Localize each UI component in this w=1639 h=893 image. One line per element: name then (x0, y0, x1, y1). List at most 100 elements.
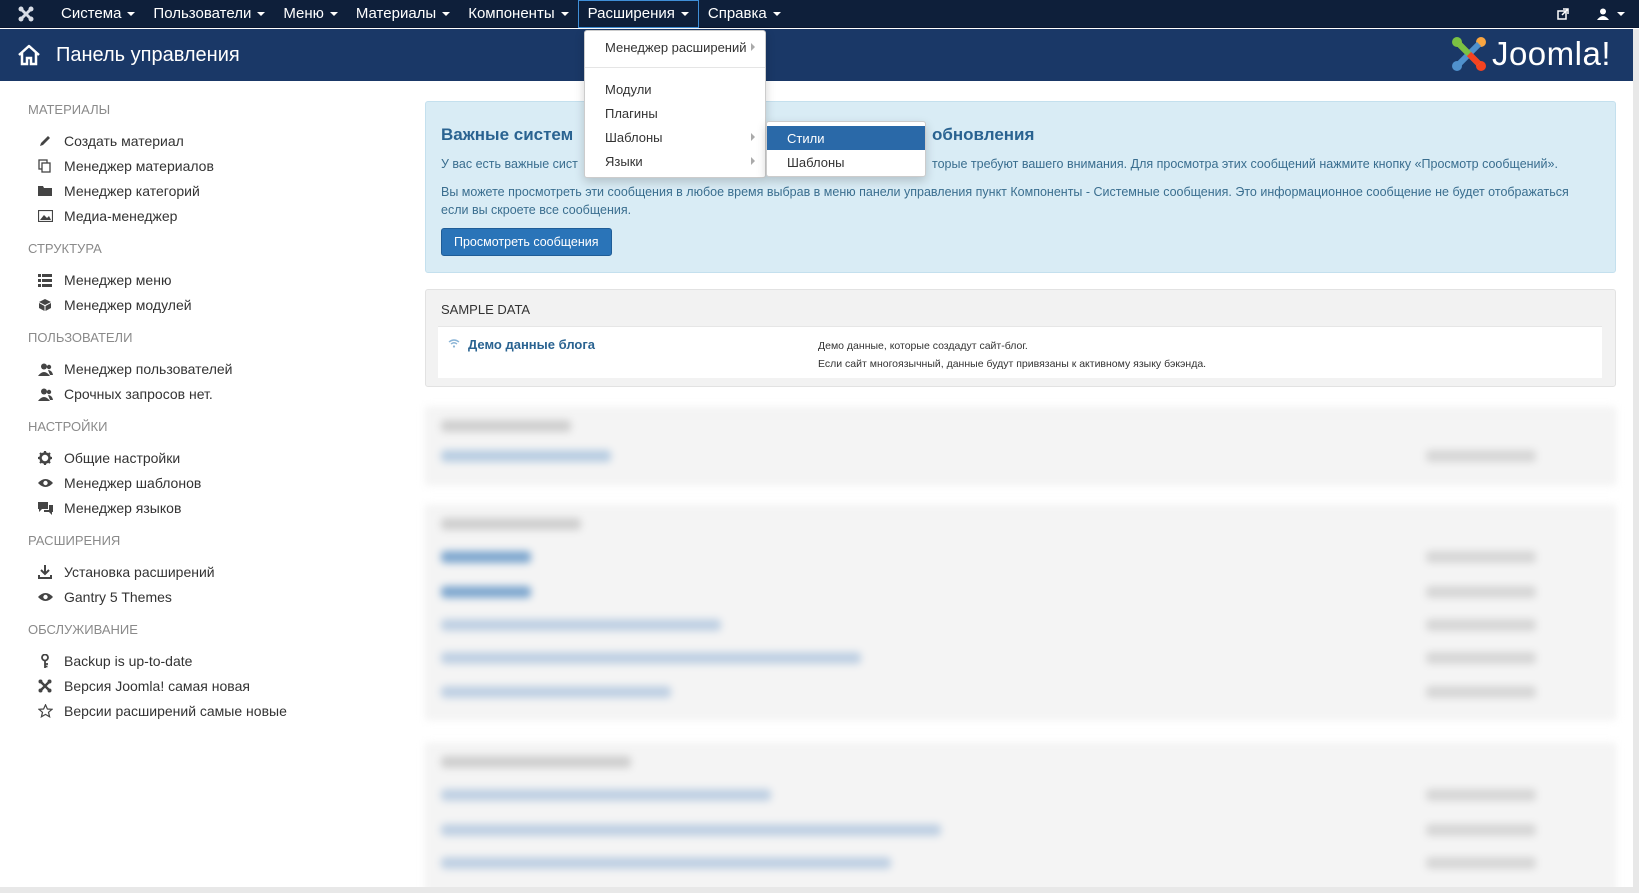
dropdown-item-label: Шаблоны (605, 129, 663, 145)
menu-content[interactable]: Материалы (347, 0, 459, 28)
sidebar-heading-users: ПОЛЬЗОВАТЕЛИ (28, 330, 133, 345)
caret-down-icon (772, 11, 781, 16)
sidebar-item-language-manager[interactable]: Менеджер языков (36, 499, 181, 517)
caret-right-icon (751, 157, 755, 165)
joomla-brand-logo: Joomla! (1450, 35, 1611, 73)
sidebar-item-label: Менеджер категорий (64, 183, 200, 199)
comments-icon (36, 499, 54, 517)
caret-right-icon (751, 43, 755, 51)
alert-text: У вас есть важные сист (441, 157, 578, 171)
user-menu-icon[interactable] (1583, 0, 1639, 28)
sidebar-item-label: Срочных запросов нет. (64, 386, 213, 402)
sidebar-item-label: Backup is up-to-date (64, 653, 193, 669)
sidebar-item-install-extensions[interactable]: Установка расширений (36, 563, 215, 581)
sidebar-item-label: Менеджер шаблонов (64, 475, 202, 491)
view-messages-button[interactable]: Просмотреть сообщения (441, 228, 612, 256)
blurred-panel (425, 407, 1616, 485)
sidebar-item-label: Версии расширений самые новые (64, 703, 287, 719)
sidebar-item-label: Менеджер пользователей (64, 361, 233, 377)
sample-desc-line: Демо данные, которые создадут сайт-блог. (818, 340, 1028, 352)
sidebar-item-backup-status[interactable]: Backup is up-to-date (36, 652, 192, 670)
image-icon (36, 207, 54, 225)
navbar-right (1543, 0, 1639, 28)
sidebar-item-extension-versions[interactable]: Версии расширений самые новые (36, 702, 287, 720)
submenu-item-templates[interactable]: Шаблоны (767, 150, 925, 174)
sidebar-item-global-config[interactable]: Общие настройки (36, 449, 180, 467)
blurred-panel (425, 505, 1616, 720)
key-icon (36, 652, 54, 670)
list-icon (36, 271, 54, 289)
sidebar-item-label: Создать материал (64, 133, 184, 149)
sidebar-item-module-manager[interactable]: Менеджер модулей (36, 296, 192, 314)
dropdown-item-label: Менеджер расширений (605, 39, 747, 55)
users-icon (36, 385, 54, 403)
eye-icon (36, 588, 54, 606)
blog-demo-link[interactable]: Демо данные блога (448, 337, 595, 352)
joomla-icon (36, 677, 54, 695)
sidebar-item-joomla-version[interactable]: Версия Joomla! самая новая (36, 677, 250, 695)
sidebar-item-media-manager[interactable]: Медиа-менеджер (36, 207, 177, 225)
sidebar-item-template-manager[interactable]: Менеджер шаблонов (36, 474, 201, 492)
caret-down-icon (680, 11, 689, 16)
wifi-icon (448, 338, 460, 351)
caret-down-icon (1617, 12, 1625, 16)
top-navbar: Система Пользователи Меню Материалы Комп… (0, 0, 1639, 28)
sidebar-item-label: Менеджер языков (64, 500, 182, 516)
sidebar-item-gantry-themes[interactable]: Gantry 5 Themes (36, 588, 172, 606)
sidebar-item-label: Версия Joomla! самая новая (64, 678, 250, 694)
dropdown-item-languages[interactable]: Языки (585, 150, 765, 172)
sidebar-heading-settings: НАСТРОЙКИ (28, 419, 108, 434)
menu-system[interactable]: Система (52, 0, 144, 28)
dropdown-item-label: Модули (605, 81, 652, 97)
templates-submenu: Стили Шаблоны (766, 121, 926, 177)
sidebar-item-menu-manager[interactable]: Менеджер меню (36, 271, 171, 289)
sample-data-title: SAMPLE DATA (441, 302, 531, 317)
copy-icon (36, 157, 54, 175)
sidebar-item-label: Менеджер материалов (64, 158, 214, 174)
sidebar-heading-extensions: РАСШИРЕНИЯ (28, 533, 121, 548)
sidebar-heading-structure: СТРУКТУРА (28, 241, 102, 256)
cube-icon (36, 296, 54, 314)
page-header: Панель управления Joomla! (0, 29, 1639, 81)
submenu-item-styles[interactable]: Стили (767, 126, 925, 150)
dropdown-item-modules[interactable]: Модули (585, 78, 765, 100)
joomla-brand-text: Joomla! (1491, 35, 1611, 72)
sidebar-item-new-article[interactable]: Создать материал (36, 132, 184, 150)
caret-down-icon (257, 11, 266, 16)
sidebar-item-category-manager[interactable]: Менеджер категорий (36, 182, 200, 200)
eye-icon (36, 474, 54, 492)
sidebar-item-label: Общие настройки (64, 450, 181, 466)
sidebar-item-article-manager[interactable]: Менеджер материалов (36, 157, 214, 175)
caret-down-icon (442, 11, 451, 16)
pencil-icon (36, 132, 54, 150)
star-icon (36, 702, 54, 720)
dropdown-item-plugins[interactable]: Плагины (585, 102, 765, 124)
caret-right-icon (751, 133, 755, 141)
sample-data-panel: SAMPLE DATA Демо данные блога Демо данны… (425, 289, 1616, 387)
menu-extensions[interactable]: Расширения (577, 0, 699, 28)
sidebar: МАТЕРИАЛЫ Создать материал Менеджер мате… (0, 81, 420, 893)
dropdown-item-templates[interactable]: Шаблоны (585, 126, 765, 148)
joomla-brand-icon (1451, 37, 1486, 71)
menu-components[interactable]: Компоненты (459, 0, 577, 28)
dropdown-item-extension-manager[interactable]: Менеджер расширений (585, 36, 765, 58)
menu-help[interactable]: Справка (699, 0, 790, 28)
gear-icon (36, 449, 54, 467)
horizontal-scrollbar[interactable] (0, 887, 1639, 893)
external-link-icon[interactable] (1543, 0, 1583, 28)
dropdown-item-label: Языки (605, 153, 643, 169)
extensions-dropdown: Менеджер расширений Модули Плагины Шабло… (584, 30, 766, 178)
vertical-scrollbar[interactable] (1633, 29, 1639, 893)
dropdown-item-label: Плагины (605, 105, 658, 121)
sidebar-item-urgent-requests[interactable]: Срочных запросов нет. (36, 385, 213, 403)
joomla-logo-icon[interactable] (0, 0, 52, 28)
menu-users[interactable]: Пользователи (144, 0, 274, 28)
sidebar-item-label: Установка расширений (64, 564, 215, 580)
alert-title-continued: обновления (932, 125, 1035, 144)
sidebar-item-user-manager[interactable]: Менеджер пользователей (36, 360, 233, 378)
menu-menus[interactable]: Меню (274, 0, 347, 28)
caret-down-icon (127, 11, 136, 16)
dropdown-divider (585, 67, 765, 68)
sidebar-item-label: Gantry 5 Themes (64, 589, 172, 605)
sidebar-item-label: Менеджер модулей (64, 297, 192, 313)
